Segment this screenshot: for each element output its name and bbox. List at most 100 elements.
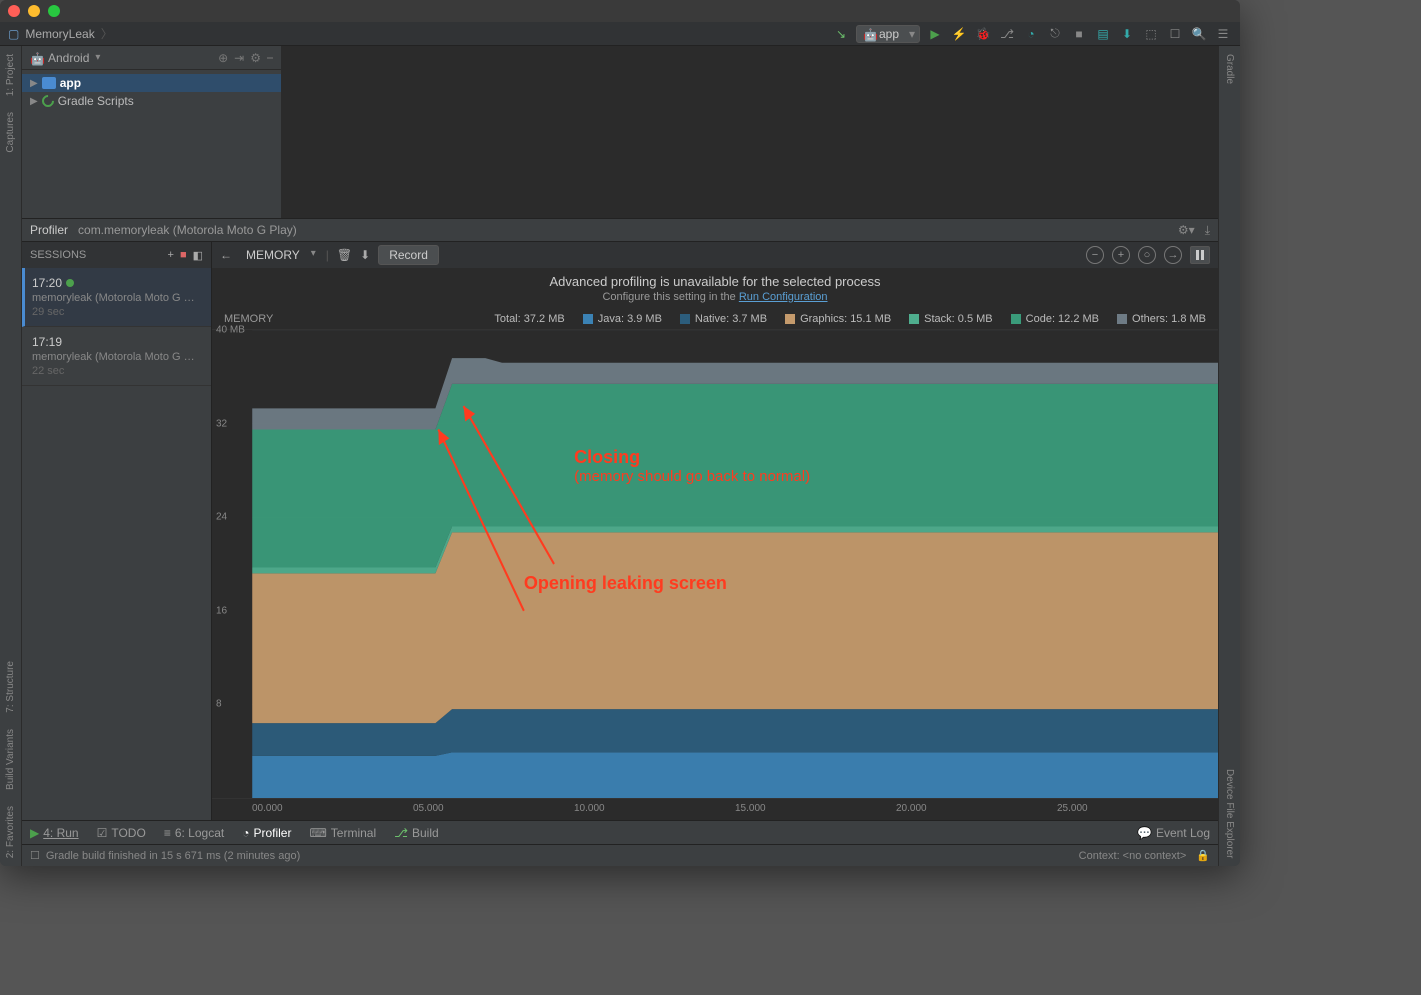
sdk-icon[interactable]: ⬇	[1118, 25, 1136, 43]
debug-attach-icon[interactable]: ⚡	[950, 25, 968, 43]
legend-title: MEMORY	[224, 313, 273, 325]
status-indicator-icon[interactable]: ☐	[30, 849, 40, 862]
gutter-favorites[interactable]: 2: Favorites	[5, 798, 16, 866]
tab-todo[interactable]: ☑TODO	[97, 826, 146, 840]
active-dot-icon	[66, 279, 74, 287]
layout-icon[interactable]: ⬚	[1142, 25, 1160, 43]
sessions-panel-toggle[interactable]: ◧	[193, 249, 203, 262]
gradle-icon	[39, 93, 56, 110]
titlebar	[0, 0, 1240, 22]
tab-profiler[interactable]: ◔Profiler	[242, 826, 291, 840]
assistant-icon[interactable]: ☐	[1166, 25, 1184, 43]
profiler-icon: ◔	[242, 826, 249, 840]
expand-icon[interactable]: ▶	[30, 96, 38, 107]
back-icon[interactable]: ←	[220, 248, 232, 262]
legend-java: Java: 3.9 MB	[583, 313, 662, 325]
attach-icon[interactable]: ⎋	[1046, 25, 1064, 43]
lock-icon[interactable]: 🔒	[1196, 849, 1210, 862]
minimize-window[interactable]	[28, 5, 40, 17]
zoom-reset[interactable]: ○	[1138, 246, 1156, 264]
left-tool-gutter: 1: Project Captures 7: Structure Build V…	[0, 46, 22, 866]
tree-label: Gradle Scripts	[58, 94, 134, 108]
terminal-icon: ⌨	[309, 826, 326, 840]
record-button[interactable]: Record	[378, 245, 439, 265]
memory-selector[interactable]: MEMORY	[240, 246, 318, 264]
collapse-icon[interactable]: ⇥	[234, 51, 244, 65]
stop-session[interactable]: ■	[180, 249, 187, 261]
editor-area	[282, 46, 1218, 218]
legend-code: Code: 12.2 MB	[1011, 313, 1099, 325]
tab-build[interactable]: ⎇Build	[394, 826, 439, 840]
event-log-icon: 💬	[1137, 826, 1152, 840]
hide-icon[interactable]: ⎯	[267, 50, 273, 65]
run-icon[interactable]: ▶	[926, 25, 944, 43]
chevron-down-icon: ▾	[95, 52, 100, 63]
build-icon: ⎇	[394, 826, 408, 840]
chevron-right-icon: 〉	[101, 25, 113, 42]
stop-icon[interactable]: ■	[1070, 25, 1088, 43]
legend-graphics: Graphics: 15.1 MB	[785, 313, 891, 325]
session-item[interactable]: 17:20 memoryleak (Motorola Moto G Pl... …	[22, 268, 211, 327]
legend-others: Others: 1.8 MB	[1117, 313, 1206, 325]
todo-icon: ☑	[97, 826, 108, 840]
gutter-structure[interactable]: 7: Structure	[5, 653, 16, 721]
session-time: 17:20	[32, 276, 62, 290]
pause-button[interactable]	[1190, 246, 1210, 264]
tree-item-gradle-scripts[interactable]: ▶ Gradle Scripts	[22, 92, 281, 110]
heap-dump-icon[interactable]: ⬇	[360, 248, 370, 262]
export-icon[interactable]: ⤓	[1205, 223, 1210, 238]
logcat-icon: ≡	[164, 826, 171, 840]
gutter-gradle[interactable]: Gradle	[1224, 46, 1235, 92]
memory-chart[interactable]: 816243240 MB Closing (memory should go b…	[212, 330, 1218, 798]
tab-terminal[interactable]: ⌨Terminal	[309, 826, 376, 840]
gear-icon[interactable]: ⚙	[250, 51, 261, 65]
legend-stack: Stack: 0.5 MB	[909, 313, 992, 325]
status-context[interactable]: Context: <no context>	[1079, 850, 1187, 862]
run-icon: ▶	[30, 826, 39, 840]
legend-native: Native: 3.7 MB	[680, 313, 767, 325]
gutter-build-variants[interactable]: Build Variants	[5, 721, 16, 798]
tab-run[interactable]: ▶4: Run	[30, 826, 79, 840]
gutter-captures[interactable]: Captures	[5, 104, 16, 161]
profiler-process[interactable]: com.memoryleak (Motorola Moto G Play)	[78, 223, 297, 237]
tree-item-app[interactable]: ▶ app	[22, 74, 281, 92]
live-toggle[interactable]: →	[1164, 246, 1182, 264]
zoom-out[interactable]: −	[1086, 246, 1104, 264]
legend-total: Total: 37.2 MB	[494, 313, 564, 325]
expand-icon[interactable]: ▶	[30, 78, 38, 89]
profiler-warning-sub: Configure this setting in the Run Config…	[212, 291, 1218, 309]
trash-icon[interactable]: 🗑	[337, 248, 352, 262]
session-name: memoryleak (Motorola Moto G Pl...	[32, 351, 201, 363]
gutter-project[interactable]: 1: Project	[5, 46, 16, 104]
target-icon[interactable]: ⊕	[218, 51, 228, 65]
profiler-tab-label[interactable]: Profiler	[30, 223, 68, 237]
tab-logcat[interactable]: ≡6: Logcat	[164, 826, 224, 840]
run-config-link[interactable]: Run Configuration	[739, 291, 828, 303]
gear-icon[interactable]: ⚙▾	[1178, 223, 1195, 237]
close-window[interactable]	[8, 5, 20, 17]
sync-icon[interactable]: ↘	[832, 25, 850, 43]
debug-icon[interactable]: 🐞	[974, 25, 992, 43]
profile-icon[interactable]: ◔	[1022, 25, 1040, 43]
session-name: memoryleak (Motorola Moto G Pl...	[32, 292, 201, 304]
project-icon: ▢	[8, 27, 19, 41]
android-icon: 🤖	[863, 28, 875, 40]
project-view-selector[interactable]: Android	[48, 51, 89, 65]
zoom-window[interactable]	[48, 5, 60, 17]
search-icon[interactable]: 🔍	[1190, 25, 1208, 43]
right-tool-gutter: Gradle Device File Explorer	[1218, 46, 1240, 866]
user-icon[interactable]: ☰	[1214, 25, 1232, 43]
add-session[interactable]: +	[168, 249, 174, 261]
run-config-selector[interactable]: 🤖 app	[856, 25, 920, 43]
session-duration: 29 sec	[32, 306, 201, 318]
tab-event-log[interactable]: 💬Event Log	[1137, 826, 1210, 840]
coverage-icon[interactable]: ⎇	[998, 25, 1016, 43]
module-icon	[42, 77, 56, 89]
zoom-in[interactable]: +	[1112, 246, 1130, 264]
sessions-label: SESSIONS	[30, 249, 86, 261]
breadcrumb[interactable]: MemoryLeak	[25, 27, 94, 41]
breadcrumb-toolbar: ▢ MemoryLeak 〉 ↘ 🤖 app ▶ ⚡ 🐞 ⎇ ◔ ⎋ ■ ▤ ⬇…	[0, 22, 1240, 46]
avd-icon[interactable]: ▤	[1094, 25, 1112, 43]
gutter-device-explorer[interactable]: Device File Explorer	[1224, 761, 1235, 866]
session-item[interactable]: 17:19 memoryleak (Motorola Moto G Pl... …	[22, 327, 211, 386]
